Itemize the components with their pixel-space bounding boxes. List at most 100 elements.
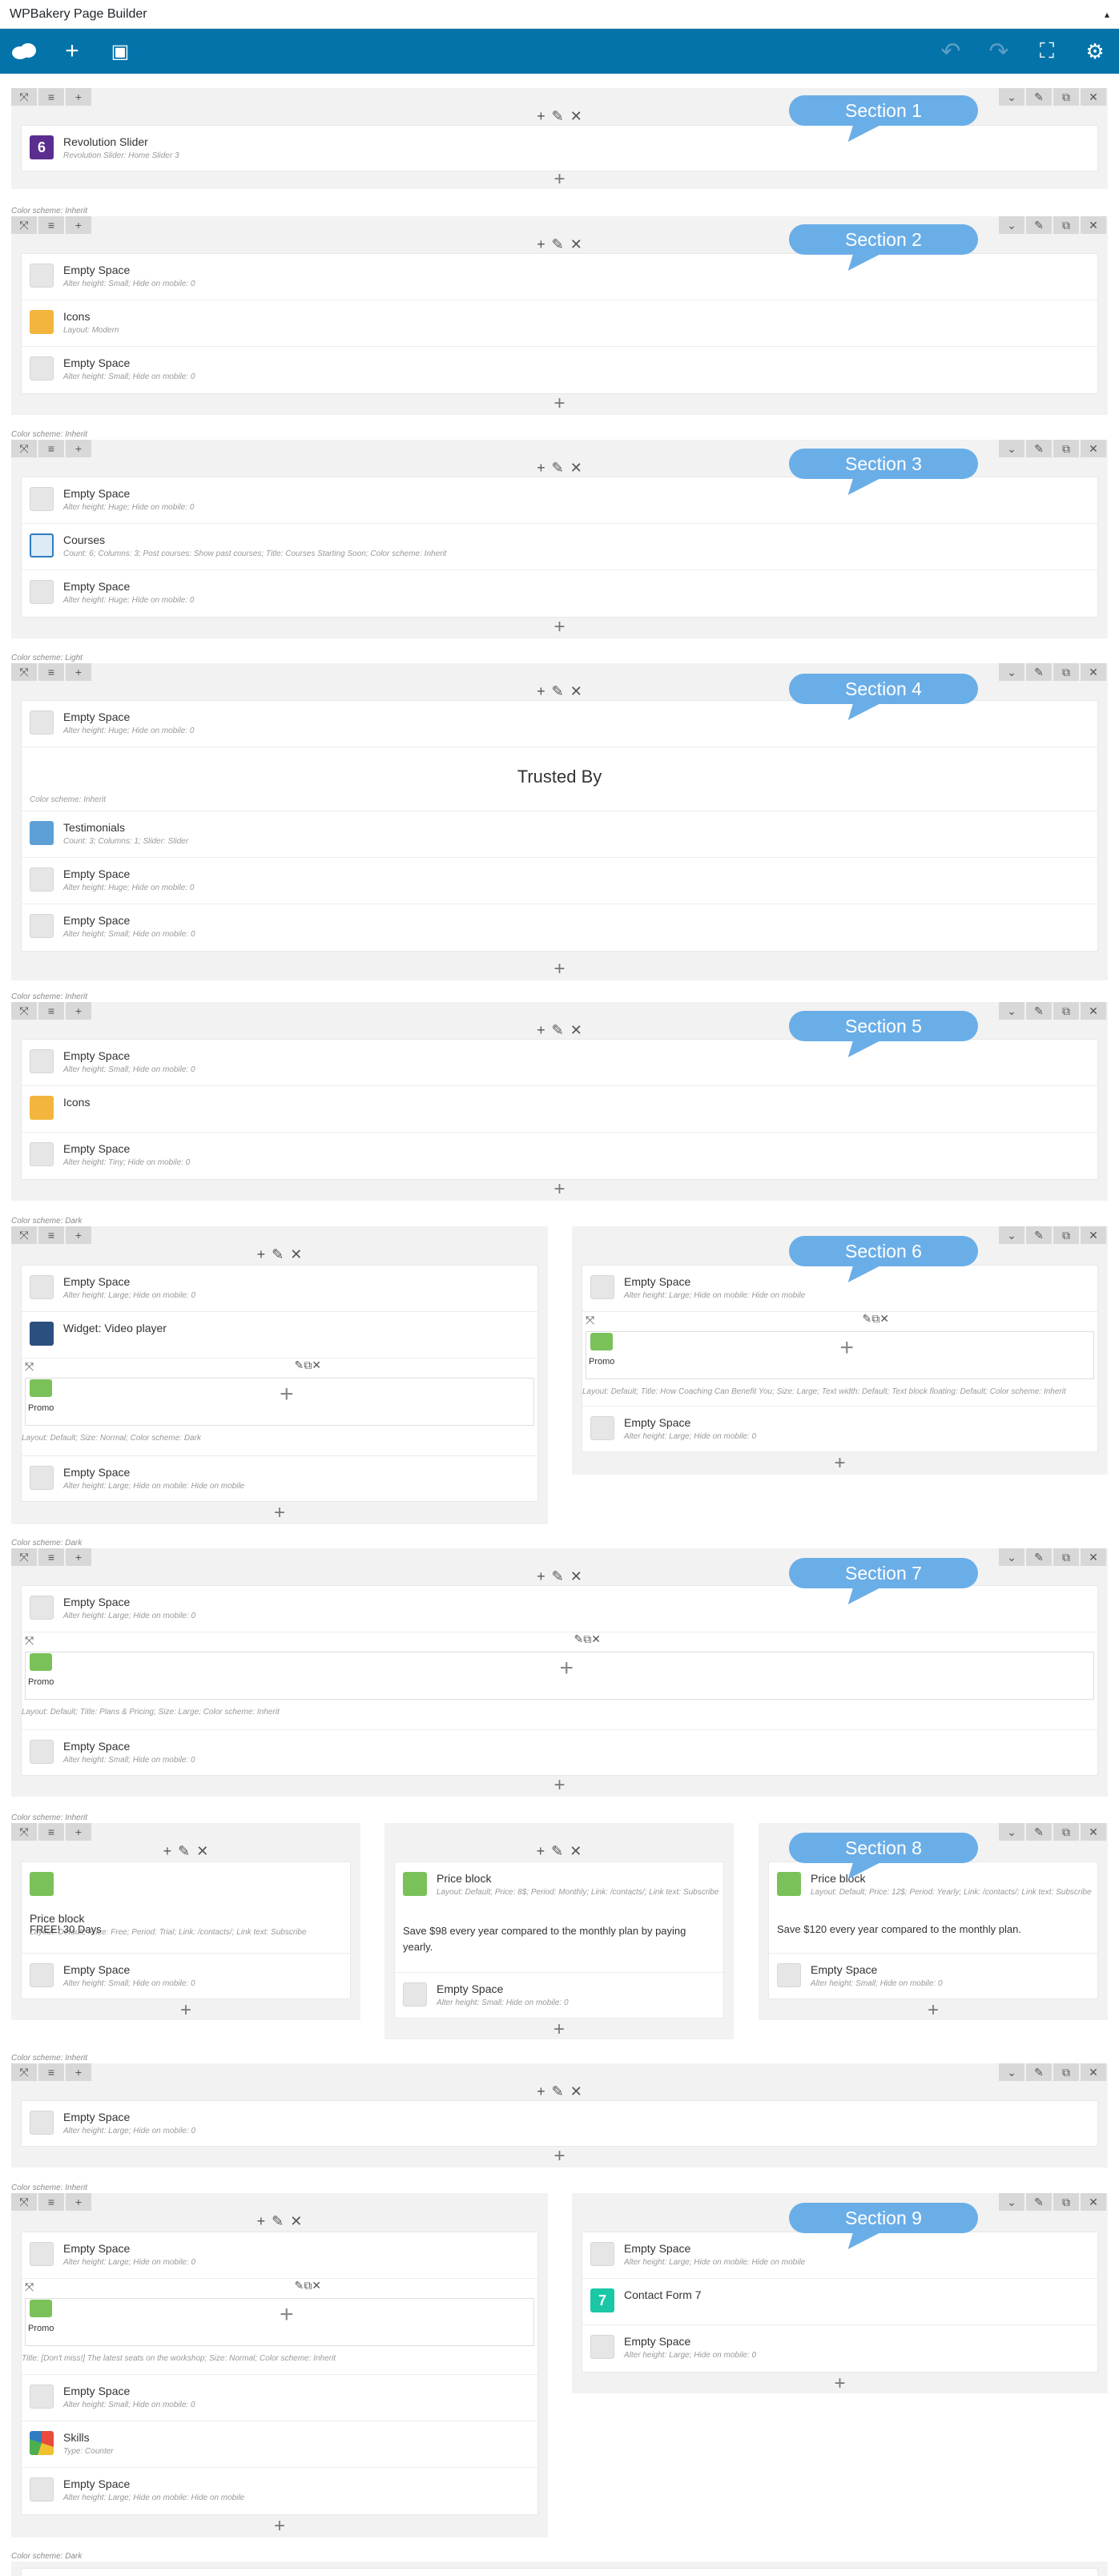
edit-row-icon[interactable]: ✎ bbox=[1026, 1002, 1052, 1020]
drag-handle-icon[interactable]: ⤧ bbox=[586, 1314, 594, 1327]
element-empty-space[interactable]: Empty Space Alter height: Large; Hide on … bbox=[582, 2325, 1097, 2372]
redo-icon[interactable]: ↷ bbox=[975, 29, 1023, 74]
delete-column-icon[interactable]: ✕ bbox=[570, 236, 582, 253]
edit-row-icon[interactable]: ✎ bbox=[1026, 2193, 1052, 2211]
add-column-icon[interactable]: + bbox=[66, 88, 91, 106]
delete-row-icon[interactable]: ✕ bbox=[1081, 1823, 1106, 1841]
edit-column-icon[interactable]: ✎ bbox=[552, 236, 564, 253]
collapse-row-icon[interactable]: ⌄ bbox=[999, 1823, 1024, 1841]
element-promo[interactable]: ⤧ ✎⧉✕ Promo + Layout: Default; Title: Pl… bbox=[22, 1632, 1097, 1730]
edit-column-icon[interactable]: ✎ bbox=[552, 1022, 564, 1039]
collapse-row-icon[interactable]: ⌄ bbox=[999, 663, 1024, 681]
drag-handle-icon[interactable]: ⤧ bbox=[11, 1823, 37, 1841]
add-element-button[interactable]: + bbox=[759, 1999, 1108, 2021]
edit-column-icon[interactable]: ✎ bbox=[552, 1568, 564, 1585]
element-revolution-slider[interactable]: 6 Revolution Slider Revolution Slider: Ho… bbox=[22, 126, 1097, 172]
add-column-icon[interactable]: + bbox=[66, 440, 91, 457]
add-element-button[interactable]: + bbox=[11, 392, 1108, 414]
row-layout-icon[interactable]: ≡ bbox=[38, 1002, 64, 1020]
element-video-player[interactable]: Widget: Video player bbox=[22, 1312, 537, 1358]
drag-handle-icon[interactable]: ⤧ bbox=[11, 88, 37, 106]
row-layout-icon[interactable]: ≡ bbox=[38, 663, 64, 681]
drag-handle-icon[interactable]: ⤧ bbox=[11, 1002, 37, 1020]
delete-row-icon[interactable]: ✕ bbox=[1081, 440, 1106, 457]
element-empty-space[interactable]: Empty Space Alter height: Huge; Hide on m… bbox=[22, 570, 1097, 617]
add-element-icon[interactable]: + bbox=[537, 1568, 545, 1585]
delete-column-icon[interactable]: ✕ bbox=[570, 460, 582, 477]
element-icons[interactable]: Icons bbox=[22, 1086, 1097, 1133]
drag-handle-icon[interactable]: ⤧ bbox=[25, 1634, 34, 1648]
collapse-row-icon[interactable]: ⌄ bbox=[999, 1002, 1024, 1020]
delete-column-icon[interactable]: ✕ bbox=[570, 1843, 582, 1860]
element-empty-space[interactable]: Empty Space Alter height: Large; Hide on … bbox=[582, 1407, 1097, 1453]
add-column-icon[interactable]: + bbox=[66, 1226, 91, 1244]
delete-row-icon[interactable]: ✕ bbox=[1081, 1002, 1106, 1020]
add-element-icon[interactable]: + bbox=[537, 683, 545, 700]
edit-column-icon[interactable]: ✎ bbox=[552, 2083, 564, 2100]
add-column-icon[interactable]: + bbox=[66, 1823, 91, 1841]
edit-column-icon[interactable]: ✎ bbox=[552, 460, 564, 477]
collapse-row-icon[interactable]: ⌄ bbox=[999, 1226, 1024, 1244]
delete-row-icon[interactable]: ✕ bbox=[1081, 2193, 1106, 2211]
delete-icon[interactable]: ✕ bbox=[312, 1358, 321, 1371]
clone-row-icon[interactable]: ⧉ bbox=[1053, 88, 1079, 106]
element-empty-space[interactable]: Empty Space Alter height: Small; Hide on … bbox=[22, 904, 1097, 951]
add-element-icon[interactable]: + bbox=[840, 1334, 855, 1362]
element-empty-space[interactable]: Empty Space Alter height: Small; Hide on … bbox=[22, 2375, 537, 2421]
element-empty-space[interactable]: Empty Space Alter height: Large; Hide on … bbox=[22, 2232, 537, 2279]
drag-handle-icon[interactable]: ⤧ bbox=[11, 663, 37, 681]
delete-column-icon[interactable]: ✕ bbox=[196, 1843, 208, 1860]
edit-row-icon[interactable]: ✎ bbox=[1026, 663, 1052, 681]
element-icons[interactable]: Icons Layout: Modern bbox=[22, 300, 1097, 347]
element-promo[interactable]: ⤧ ✎⧉✕ Promo + Layout: Default; Size: Nor… bbox=[22, 1358, 537, 1456]
row-layout-icon[interactable]: ≡ bbox=[38, 1548, 64, 1566]
add-element-button[interactable]: + bbox=[11, 168, 1108, 190]
add-element-button[interactable]: + bbox=[11, 1502, 548, 1523]
element-promo[interactable]: ⤧ ✎⧉✕ Promo + Title: [Don't miss!] The l… bbox=[22, 2279, 537, 2375]
row-layout-icon[interactable]: ≡ bbox=[38, 1226, 64, 1244]
templates-icon[interactable]: ▣ bbox=[96, 29, 144, 74]
clone-icon[interactable]: ⧉ bbox=[871, 1312, 880, 1325]
add-column-icon[interactable]: + bbox=[66, 2063, 91, 2081]
collapse-row-icon[interactable]: ⌄ bbox=[999, 216, 1024, 234]
clone-icon[interactable]: ⧉ bbox=[304, 1358, 312, 1371]
row-layout-icon[interactable]: ≡ bbox=[38, 2063, 64, 2081]
delete-icon[interactable]: ✕ bbox=[880, 1312, 889, 1325]
add-element-icon[interactable]: + bbox=[537, 460, 545, 477]
clone-row-icon[interactable]: ⧉ bbox=[1053, 1548, 1079, 1566]
row-layout-icon[interactable]: ≡ bbox=[38, 2193, 64, 2211]
drag-handle-icon[interactable]: ⤧ bbox=[25, 2280, 34, 2294]
edit-row-icon[interactable]: ✎ bbox=[1026, 1548, 1052, 1566]
add-column-icon[interactable]: + bbox=[66, 663, 91, 681]
add-element-button[interactable]: + bbox=[11, 1999, 360, 2021]
clone-icon[interactable]: ⧉ bbox=[583, 1632, 591, 1645]
delete-row-icon[interactable]: ✕ bbox=[1081, 216, 1106, 234]
delete-column-icon[interactable]: ✕ bbox=[290, 1246, 302, 1263]
edit-column-icon[interactable]: ✎ bbox=[272, 2213, 284, 2230]
add-element-button[interactable]: + bbox=[11, 1774, 1108, 1796]
delete-column-icon[interactable]: ✕ bbox=[570, 683, 582, 700]
element-empty-space[interactable]: Empty Space Alter height: Huge; Hide on m… bbox=[22, 477, 1097, 524]
element-price-block[interactable]: Price block Layout: Default; Price: Free;… bbox=[22, 1862, 350, 1954]
delete-column-icon[interactable]: ✕ bbox=[290, 2213, 302, 2230]
add-element-icon[interactable]: + bbox=[560, 1655, 574, 1682]
element-promo[interactable]: ⤧ ✎⧉✕ Promo + Layout: Default; Title: Ho… bbox=[582, 1312, 1097, 1407]
add-element-button[interactable]: + bbox=[11, 616, 1108, 638]
add-column-icon[interactable]: + bbox=[66, 2193, 91, 2211]
edit-icon[interactable]: ✎ bbox=[574, 1632, 584, 1645]
delete-row-icon[interactable]: ✕ bbox=[1081, 1548, 1106, 1566]
delete-row-icon[interactable]: ✕ bbox=[1081, 88, 1106, 106]
element-price-block[interactable]: Price block Layout: Default; Price: 12$; … bbox=[769, 1862, 1097, 1954]
drag-handle-icon[interactable]: ⤧ bbox=[11, 2063, 37, 2081]
delete-column-icon[interactable]: ✕ bbox=[570, 2083, 582, 2100]
edit-row-icon[interactable]: ✎ bbox=[1026, 1823, 1052, 1841]
edit-column-icon[interactable]: ✎ bbox=[272, 1246, 284, 1263]
element-empty-space[interactable]: Empty Space Alter height: Huge; Hide on m… bbox=[22, 701, 1097, 747]
add-column-icon[interactable]: + bbox=[66, 1002, 91, 1020]
delete-row-icon[interactable]: ✕ bbox=[1081, 1226, 1106, 1244]
element-courses[interactable]: Courses Count: 6; Columns: 3; Post course… bbox=[22, 524, 1097, 570]
edit-icon[interactable]: ✎ bbox=[863, 1312, 872, 1325]
add-element-button[interactable]: + bbox=[384, 2019, 734, 2040]
element-empty-space[interactable]: Empty Space Alter height: Large; Hide on … bbox=[22, 1456, 537, 1503]
add-element-icon[interactable]: + bbox=[537, 108, 545, 125]
